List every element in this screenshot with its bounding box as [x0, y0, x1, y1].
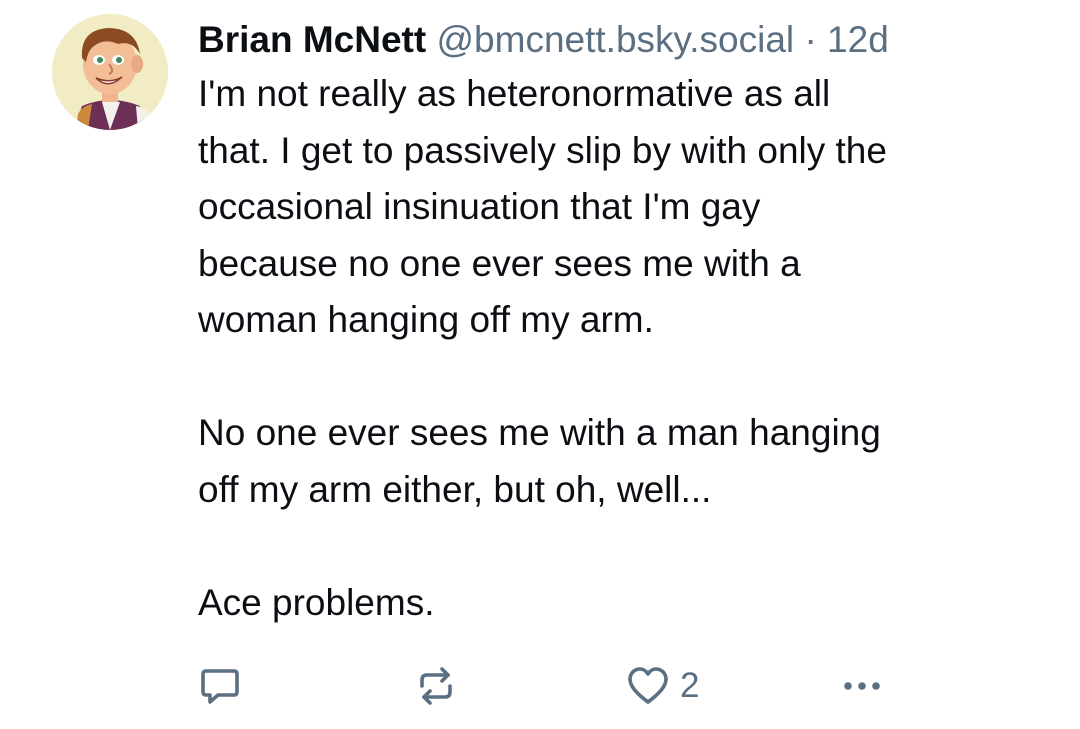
more-options-button[interactable]: [838, 660, 886, 712]
like-button[interactable]: 2: [626, 660, 699, 712]
author-display-name[interactable]: Brian McNett: [198, 19, 426, 60]
post-timestamp[interactable]: 12d: [827, 19, 889, 60]
post-body-text: I'm not really as heteronormative as all…: [198, 73, 887, 623]
post-header: Brian McNett @bmcnett.bsky.social · 12d: [198, 14, 1058, 66]
post-card[interactable]: Brian McNett @bmcnett.bsky.social · 12d …: [0, 0, 1080, 729]
ellipsis-icon: [844, 682, 880, 690]
reply-button[interactable]: [198, 660, 242, 712]
author-avatar[interactable]: [52, 14, 168, 130]
cartoon-avatar-image: [52, 14, 168, 130]
like-count: 2: [680, 666, 700, 705]
post-actions: 2: [198, 660, 898, 712]
heart-outline-icon: [628, 667, 668, 704]
author-handle[interactable]: @bmcnett.bsky.social: [436, 19, 794, 60]
header-separator: ·: [804, 19, 817, 60]
repost-button[interactable]: [414, 660, 458, 712]
speech-bubble-icon: [201, 669, 239, 704]
repost-arrows-icon: [420, 667, 452, 705]
post-content: Brian McNett @bmcnett.bsky.social · 12d …: [198, 14, 1058, 631]
